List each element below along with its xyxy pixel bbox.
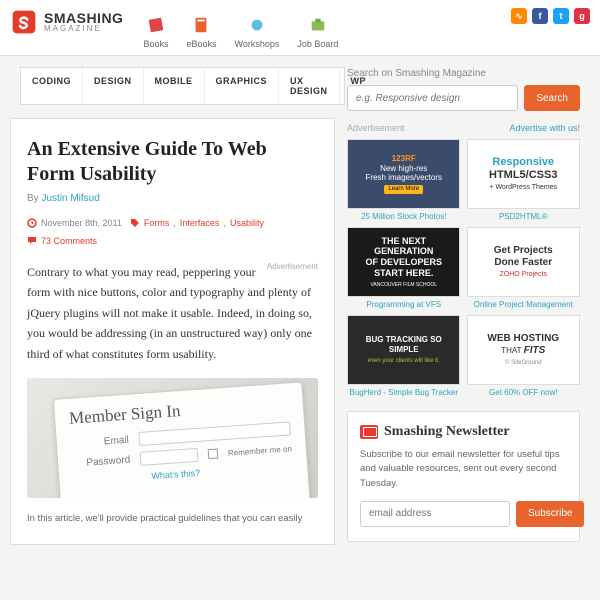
gplus-icon[interactable]: g <box>574 8 590 24</box>
article-hero: Member Sign In Email PasswordRemember me… <box>27 378 318 498</box>
main-nav: CODING DESIGN MOBILE GRAPHICS UX DESIGN … <box>20 67 345 105</box>
nav-uxdesign[interactable]: UX DESIGN <box>279 68 340 104</box>
ad-cap[interactable]: Get 60% OFF now! <box>489 388 557 397</box>
ad-cap[interactable]: 25 Million Stock Photos! <box>361 212 446 221</box>
article-body: Contrary to what you may read, peppering… <box>27 262 318 364</box>
newsletter-box: Smashing Newsletter Subscribe to our ema… <box>347 411 580 542</box>
newsletter-subscribe-button[interactable]: Subscribe <box>516 501 584 527</box>
ebook-icon <box>190 14 212 36</box>
topnav-books[interactable]: Books <box>143 14 168 49</box>
nav-mobile[interactable]: MOBILE <box>144 68 205 104</box>
mail-icon <box>360 425 378 439</box>
logo-sub: MAGAZINE <box>44 25 123 33</box>
topnav-ebooks[interactable]: eBooks <box>186 14 216 49</box>
social-links: ∿ f t g <box>511 8 590 24</box>
clock-icon <box>27 218 37 228</box>
search-form: Search <box>347 85 580 111</box>
byline: By Justin Mifsud <box>27 193 318 204</box>
ad-cap[interactable]: PSD2HTML® <box>499 212 548 221</box>
ad-bugherd[interactable]: BUG TRACKING SO SIMPLEeven your clients … <box>347 315 460 385</box>
ad-header: AdvertisementAdvertise with us! <box>347 123 580 133</box>
facebook-icon[interactable]: f <box>532 8 548 24</box>
article-date: November 8th, 2011 <box>41 218 122 228</box>
ad-grid: 123RFNew high-resFresh images/vectorsLea… <box>347 139 580 397</box>
author-link[interactable]: Justin Mifsud <box>41 193 99 204</box>
ad-cap[interactable]: Online Project Management <box>474 300 573 309</box>
tag-forms[interactable]: Forms <box>144 218 170 228</box>
site-header: SMASHING MAGAZINE Books eBooks Workshops… <box>0 0 600 56</box>
book-icon <box>145 14 167 36</box>
workshop-icon <box>246 14 268 36</box>
nav-design[interactable]: DESIGN <box>83 68 144 104</box>
article-meta: November 8th, 2011 Forms, Interfaces, Us… <box>27 218 318 228</box>
logo[interactable]: SMASHING MAGAZINE <box>10 8 123 36</box>
newsletter-email-input[interactable] <box>360 501 510 527</box>
twitter-icon[interactable]: t <box>553 8 569 24</box>
nav-graphics[interactable]: GRAPHICS <box>205 68 280 104</box>
comment-icon <box>27 236 37 246</box>
article: An Extensive Guide To Web Form Usability… <box>10 118 335 545</box>
ad-vfs[interactable]: THE NEXT GENERATIONOF DEVELOPERSSTART HE… <box>347 227 460 297</box>
nav-coding[interactable]: CODING <box>21 68 83 104</box>
jobboard-icon <box>307 14 329 36</box>
search-label: Search on Smashing Magazine <box>347 68 580 79</box>
checkbox-icon <box>208 448 219 459</box>
top-nav: Books eBooks Workshops Job Board <box>143 8 338 49</box>
logo-name: SMASHING <box>44 11 123 25</box>
article-footer-text: In this article, we'll provide practical… <box>27 512 318 526</box>
tag-interfaces[interactable]: Interfaces <box>180 218 220 228</box>
search-button[interactable]: Search <box>524 85 580 111</box>
ad-psd2html[interactable]: ResponsiveHTML5/CSS3+ WordPress Themes <box>467 139 580 209</box>
advertise-link[interactable]: Advertise with us! <box>509 123 580 133</box>
ad-cap[interactable]: Programming at VFS <box>366 300 441 309</box>
nav-wp[interactable]: WP <box>340 68 378 104</box>
ad-cap[interactable]: BugHerd - Simple Bug Tracker <box>350 388 459 397</box>
tag-icon <box>130 218 140 228</box>
ad-siteground[interactable]: WEB HOSTINGTHAT FITS© SiteGround <box>467 315 580 385</box>
ad-123rf[interactable]: 123RFNew high-resFresh images/vectorsLea… <box>347 139 460 209</box>
rss-icon[interactable]: ∿ <box>511 8 527 24</box>
tag-usability[interactable]: Usability <box>230 218 264 228</box>
topnav-workshops[interactable]: Workshops <box>235 14 280 49</box>
inline-ad-label: Advertisement <box>267 262 318 271</box>
ad-zoho[interactable]: Get ProjectsDone FasterZOHO Projects <box>467 227 580 297</box>
newsletter-title: Smashing Newsletter <box>360 424 567 440</box>
logo-icon <box>10 8 38 36</box>
topnav-jobboard[interactable]: Job Board <box>297 14 338 49</box>
article-title: An Extensive Guide To Web Form Usability <box>27 137 318 187</box>
newsletter-body: Subscribe to our email newsletter for us… <box>360 448 567 491</box>
comments-link[interactable]: 73 Comments <box>27 236 318 246</box>
